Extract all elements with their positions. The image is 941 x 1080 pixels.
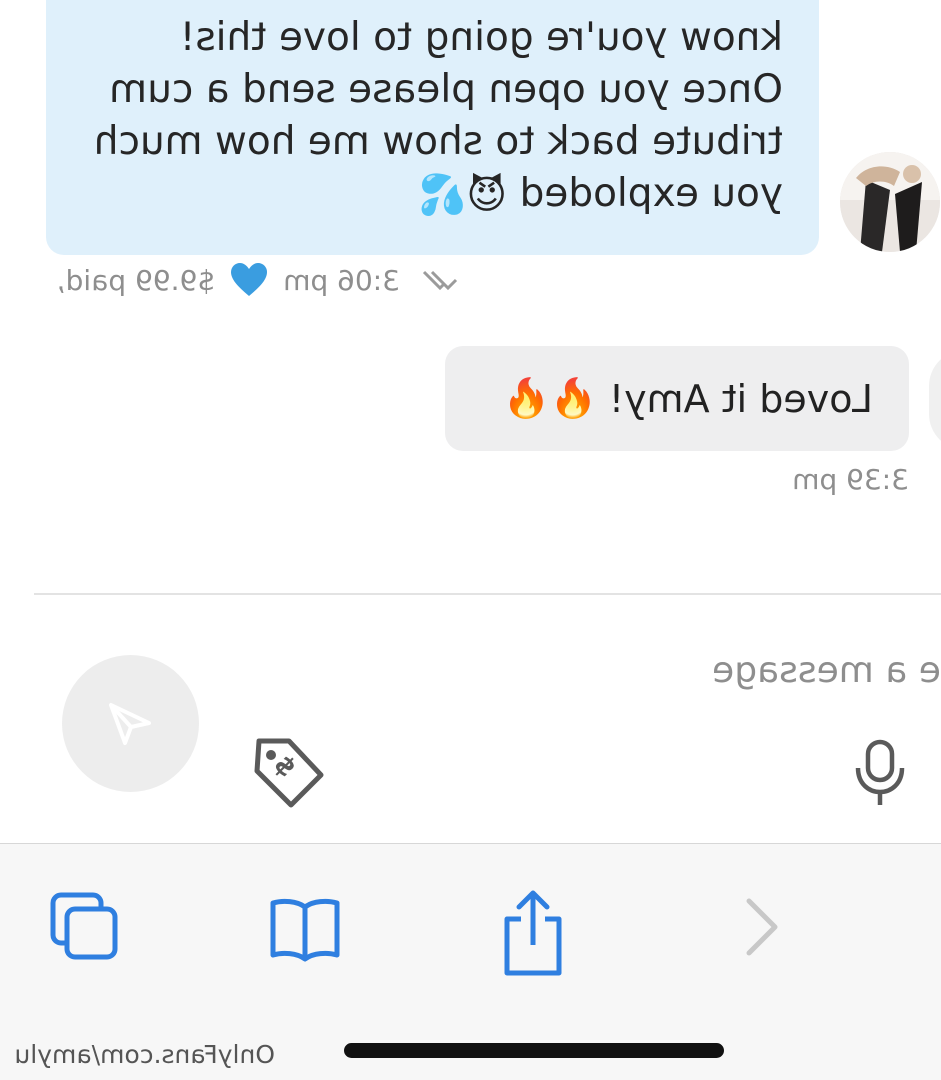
price-tag-icon[interactable]: $	[249, 733, 329, 813]
incoming-message-bubble[interactable]: know you're going to love this! Once you…	[46, 0, 819, 255]
double-check-icon	[422, 270, 458, 291]
microphone-icon[interactable]	[849, 738, 911, 808]
home-indicator	[344, 1043, 724, 1058]
tabs-icon[interactable]	[45, 889, 121, 965]
mirrored-view: know you're going to love this! Once you…	[0, 0, 941, 1080]
sender-avatar[interactable]	[840, 152, 940, 252]
incoming-message-meta: 3:06 pm $9.99 paid,	[57, 258, 458, 302]
outgoing-message-time: 3:39 pm	[792, 463, 909, 496]
message-line: tribute back to show me how much	[93, 119, 783, 164]
heart-icon[interactable]	[229, 262, 269, 298]
message-time: 3:06 pm	[283, 263, 400, 297]
bookmarks-icon[interactable]	[267, 889, 343, 965]
message-input[interactable]: e a message	[381, 650, 941, 710]
message-line: Once you open please send a cum	[109, 67, 783, 112]
message-line: know you're going to love this!	[179, 15, 783, 60]
watermark-url: OnlyFans.com/amylu	[14, 1040, 275, 1069]
price-paid-label: $9.99 paid,	[56, 263, 216, 297]
composer-divider	[34, 593, 941, 595]
back-chevron-icon[interactable]	[721, 889, 797, 965]
outgoing-message-text: Loved it Amy!	[608, 376, 873, 421]
message-line-last: you exploded 😈💦	[82, 168, 783, 222]
message-line-text: you exploded	[519, 171, 783, 216]
partial-avatar	[929, 350, 941, 450]
send-icon	[109, 702, 152, 745]
share-icon[interactable]	[495, 889, 571, 976]
outgoing-message-bubble[interactable]: Loved it Amy! 🔥🔥	[445, 346, 909, 451]
send-button[interactable]	[62, 655, 199, 792]
devil-sweat-emoji: 😈💦	[417, 172, 508, 218]
screen: know you're going to love this! Once you…	[0, 0, 941, 1080]
fire-emoji: 🔥🔥	[502, 376, 597, 420]
